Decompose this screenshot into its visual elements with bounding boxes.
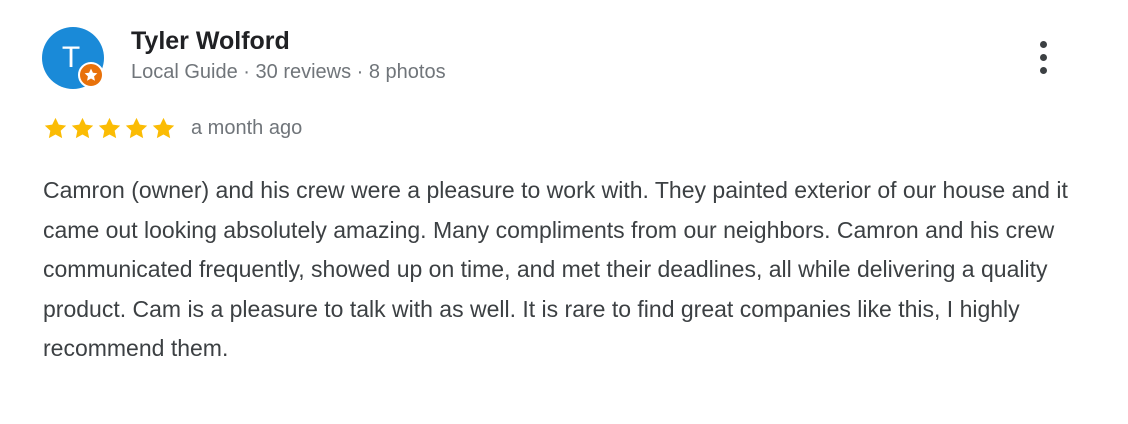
star-icon: [98, 117, 121, 138]
local-guide-star-icon: [84, 68, 98, 81]
more-vert-icon-dot: [1040, 54, 1047, 61]
rating-row: a month ago: [42, 114, 302, 142]
star-icon: [71, 117, 94, 138]
more-options-button[interactable]: [1028, 38, 1060, 78]
star-icon: [125, 117, 148, 138]
reviewer-name[interactable]: Tyler Wolford: [131, 27, 290, 56]
review-text: Camron (owner) and his crew were a pleas…: [43, 177, 1068, 361]
more-vert-icon-dot: [1040, 67, 1047, 74]
review-date: a month ago: [191, 116, 303, 139]
star-rating: [42, 115, 177, 142]
star-icon: [44, 117, 67, 138]
reviewer-meta[interactable]: Local Guide · 30 reviews · 8 photos: [131, 61, 446, 84]
more-vert-icon-dot: [1040, 41, 1047, 48]
local-guide-badge: [78, 62, 104, 88]
avatar-initial: T: [61, 41, 81, 74]
star-icon: [152, 117, 175, 138]
